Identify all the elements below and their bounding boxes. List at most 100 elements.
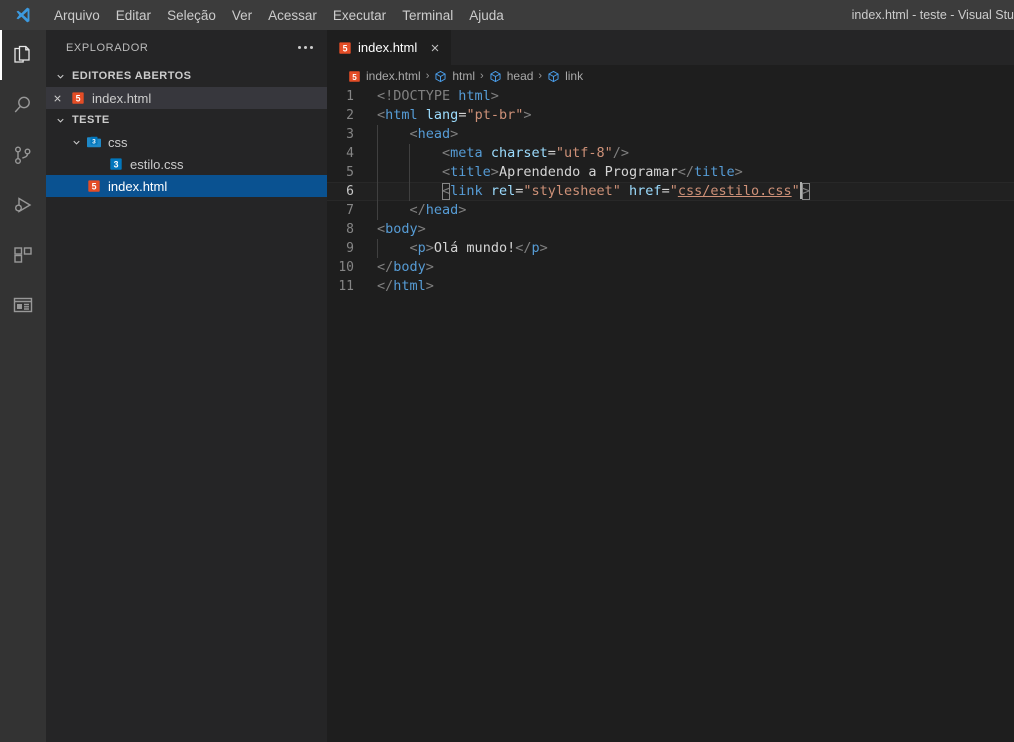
- code-line[interactable]: 8 <body>: [327, 220, 1014, 239]
- breadcrumb-item-link[interactable]: link: [543, 69, 587, 83]
- activity-item-layout-panel[interactable]: [0, 280, 46, 330]
- svg-text:5: 5: [343, 43, 348, 53]
- code-token: <: [377, 221, 386, 237]
- code-token: >: [523, 107, 532, 123]
- tree-item-label: css: [108, 134, 128, 150]
- breadcrumb-label: html: [452, 69, 476, 83]
- bracket-match: >: [801, 183, 810, 200]
- indent-guide: [409, 144, 411, 163]
- code-line[interactable]: 3 <head>: [327, 125, 1014, 144]
- breadcrumb-item-html[interactable]: html: [430, 69, 479, 83]
- line-number: 1: [346, 89, 354, 104]
- tab-index-html[interactable]: 5 index.html: [327, 30, 453, 65]
- tree-item-estilo-css[interactable]: 3 estilo.css: [46, 153, 327, 175]
- code-token: >: [458, 202, 467, 218]
- explorer-sidebar: EXPLORADOR EDITORES ABERTOS 5 index.html: [46, 30, 327, 742]
- activity-bar: [0, 30, 46, 742]
- line-number: 2: [346, 108, 354, 123]
- menu-ajuda[interactable]: Ajuda: [461, 0, 512, 30]
- vscode-logo-icon: [0, 0, 46, 30]
- menu-executar[interactable]: Executar: [325, 0, 394, 30]
- menu-arquivo[interactable]: Arquivo: [46, 0, 108, 30]
- code-token: <: [377, 126, 418, 142]
- activity-item-search[interactable]: [0, 80, 46, 130]
- open-editor-item[interactable]: 5 index.html: [46, 87, 327, 109]
- activity-item-source-control[interactable]: [0, 130, 46, 180]
- close-icon[interactable]: [429, 42, 441, 54]
- code-token: =: [547, 145, 556, 161]
- code-line-text: <meta charset="utf-8"/>: [377, 144, 1014, 163]
- menu-selecao[interactable]: Seleção: [159, 0, 224, 30]
- code-token: Aprendendo a Programar: [498, 164, 678, 180]
- code-token: </: [377, 259, 394, 275]
- files-explorer-icon: [11, 43, 35, 67]
- code-line-text: </html>: [377, 277, 1014, 296]
- indent-guide: [377, 125, 378, 144]
- code-line[interactable]: 5 <title>Aprendendo a Programar</title>: [327, 163, 1014, 182]
- vscode-window: Arquivo Editar Seleção Ver Acessar Executar Te…: [0, 0, 1014, 742]
- code-editor[interactable]: 1 <!DOCTYPE html> 2 <html lang="pt-br"> 3 <h…: [327, 87, 1014, 742]
- tree-item-index-html[interactable]: 5 index.html: [46, 175, 327, 197]
- code-line[interactable]: 7 </head>: [327, 201, 1014, 220]
- code-token: ": [669, 183, 678, 199]
- code-token: >: [425, 278, 434, 294]
- code-token: css/estilo.css: [677, 183, 792, 199]
- code-token: p: [417, 240, 426, 256]
- svg-text:3: 3: [114, 160, 119, 170]
- chevron-down-icon: [52, 71, 68, 82]
- code-token: Olá mundo!: [433, 240, 516, 256]
- sidebar-title: EXPLORADOR: [66, 41, 149, 54]
- code-token: charset: [490, 145, 548, 161]
- code-line[interactable]: 4 <meta charset="utf-8"/>: [327, 144, 1014, 163]
- breadcrumb-label: index.html: [366, 69, 421, 83]
- search-icon: [11, 93, 35, 117]
- section-project[interactable]: TESTE: [46, 109, 327, 131]
- tree-item-css-folder[interactable]: 3 css: [46, 131, 327, 153]
- code-line[interactable]: 9 <p>Olá mundo!</p>: [327, 239, 1014, 258]
- code-token: <!DOCTYPE: [377, 88, 459, 104]
- code-token: <: [377, 240, 418, 256]
- close-icon[interactable]: [46, 93, 68, 104]
- menu-ver[interactable]: Ver: [224, 0, 260, 30]
- section-open-editors-label: EDITORES ABERTOS: [72, 70, 192, 82]
- code-token: </: [677, 164, 695, 180]
- html5-file-icon: 5: [68, 91, 88, 105]
- code-token: >: [490, 88, 499, 104]
- breadcrumb-item-head[interactable]: head: [485, 69, 538, 83]
- code-line[interactable]: 6 <link rel="stylesheet" href="css/estil…: [327, 181, 1014, 201]
- breadcrumb-item-index-html[interactable]: 5 index.html: [344, 69, 425, 83]
- menu-acessar[interactable]: Acessar: [260, 0, 325, 30]
- line-number: 9: [346, 241, 354, 256]
- activity-item-run-and-debug[interactable]: [0, 180, 46, 230]
- line-number: 7: [346, 203, 354, 218]
- breadcrumb-label: head: [506, 69, 534, 83]
- section-open-editors[interactable]: EDITORES ABERTOS: [46, 65, 327, 87]
- breadcrumb-label: link: [565, 69, 584, 83]
- svg-text:5: 5: [352, 72, 357, 81]
- activity-item-explorer[interactable]: [0, 30, 46, 80]
- bracket-match: <: [442, 183, 451, 200]
- menu-terminal[interactable]: Terminal: [394, 0, 461, 30]
- line-number: 4: [346, 146, 354, 161]
- code-line[interactable]: 10 </body>: [327, 258, 1014, 277]
- code-token: title: [694, 164, 735, 180]
- html5-file-icon: 5: [338, 41, 352, 55]
- title-bar: Arquivo Editar Seleção Ver Acessar Executar Te…: [0, 0, 1014, 30]
- code-token: >: [490, 164, 499, 180]
- css3-folder-icon: 3: [84, 135, 104, 149]
- code-token: ": [791, 183, 800, 199]
- tab-label: index.html: [358, 40, 418, 55]
- activity-item-extensions[interactable]: [0, 230, 46, 280]
- code-line[interactable]: 2 <html lang="pt-br">: [327, 106, 1014, 125]
- code-line[interactable]: 11 </html>: [327, 277, 1014, 296]
- line-number: 11: [338, 279, 354, 294]
- menu-editar[interactable]: Editar: [108, 0, 159, 30]
- code-line[interactable]: 1 <!DOCTYPE html>: [327, 87, 1014, 106]
- code-token: link: [450, 183, 483, 199]
- code-line-text: <html lang="pt-br">: [377, 106, 1014, 125]
- code-token: </: [377, 202, 426, 218]
- code-token: href: [629, 183, 662, 199]
- ellipsis-icon[interactable]: [298, 46, 313, 49]
- section-project-label: TESTE: [72, 114, 110, 126]
